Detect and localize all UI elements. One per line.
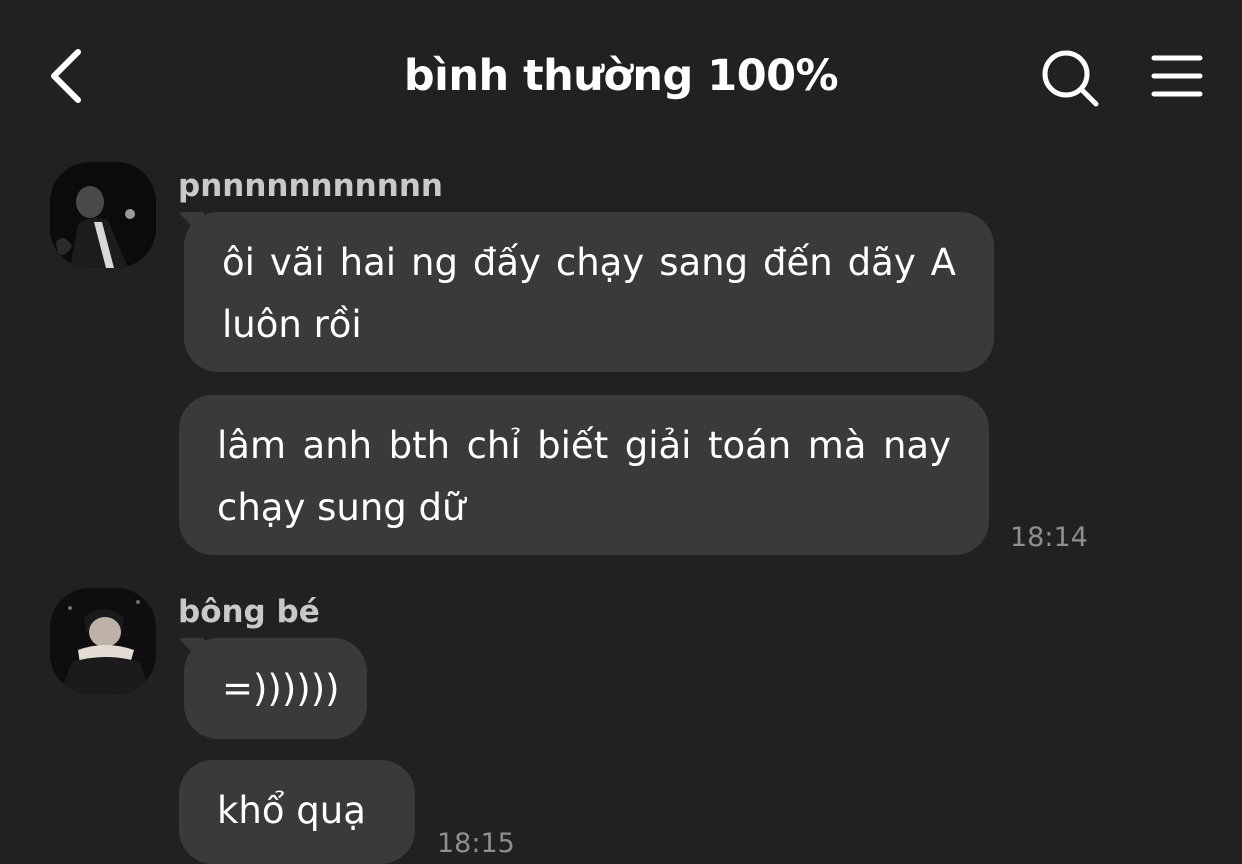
hamburger-menu-icon	[1151, 55, 1203, 97]
search-button[interactable]	[1036, 44, 1104, 112]
back-button[interactable]	[40, 40, 100, 112]
chat-header: bình thường 100%	[0, 0, 1242, 150]
sender-name: bông bé	[178, 594, 320, 630]
avatar[interactable]	[50, 588, 156, 694]
menu-button[interactable]	[1146, 48, 1208, 104]
search-icon	[1042, 50, 1099, 107]
message-timestamp: 18:14	[1010, 522, 1088, 553]
message-bubble[interactable]: khổ quạ	[179, 760, 415, 864]
user-photo-icon	[50, 588, 156, 694]
message-timestamp: 18:15	[437, 828, 515, 859]
message-bubble[interactable]: =))))))	[184, 638, 367, 739]
message-bubble[interactable]: ôi vãi hai ng đấy chạy sang đến dãy A lu…	[184, 212, 994, 372]
message-bubble[interactable]: lâm anh bth chỉ biết giải toán mà nay ch…	[179, 395, 989, 555]
message-text: lâm anh bth chỉ biết giải toán mà nay ch…	[217, 424, 951, 529]
message-text: ôi vãi hai ng đấy chạy sang đến dãy A lu…	[222, 241, 956, 346]
chat-title: bình thường 100%	[403, 51, 839, 101]
message-text: khổ quạ	[217, 789, 366, 832]
chat-screen: bình thường 100% pnnnnnnnnnnn ôi vãi hai…	[0, 0, 1242, 864]
avatar[interactable]	[50, 162, 156, 268]
user-photo-icon	[50, 162, 156, 268]
sender-name: pnnnnnnnnnnn	[178, 168, 443, 204]
message-text: =))))))	[222, 667, 340, 710]
chevron-left-icon	[51, 49, 81, 103]
